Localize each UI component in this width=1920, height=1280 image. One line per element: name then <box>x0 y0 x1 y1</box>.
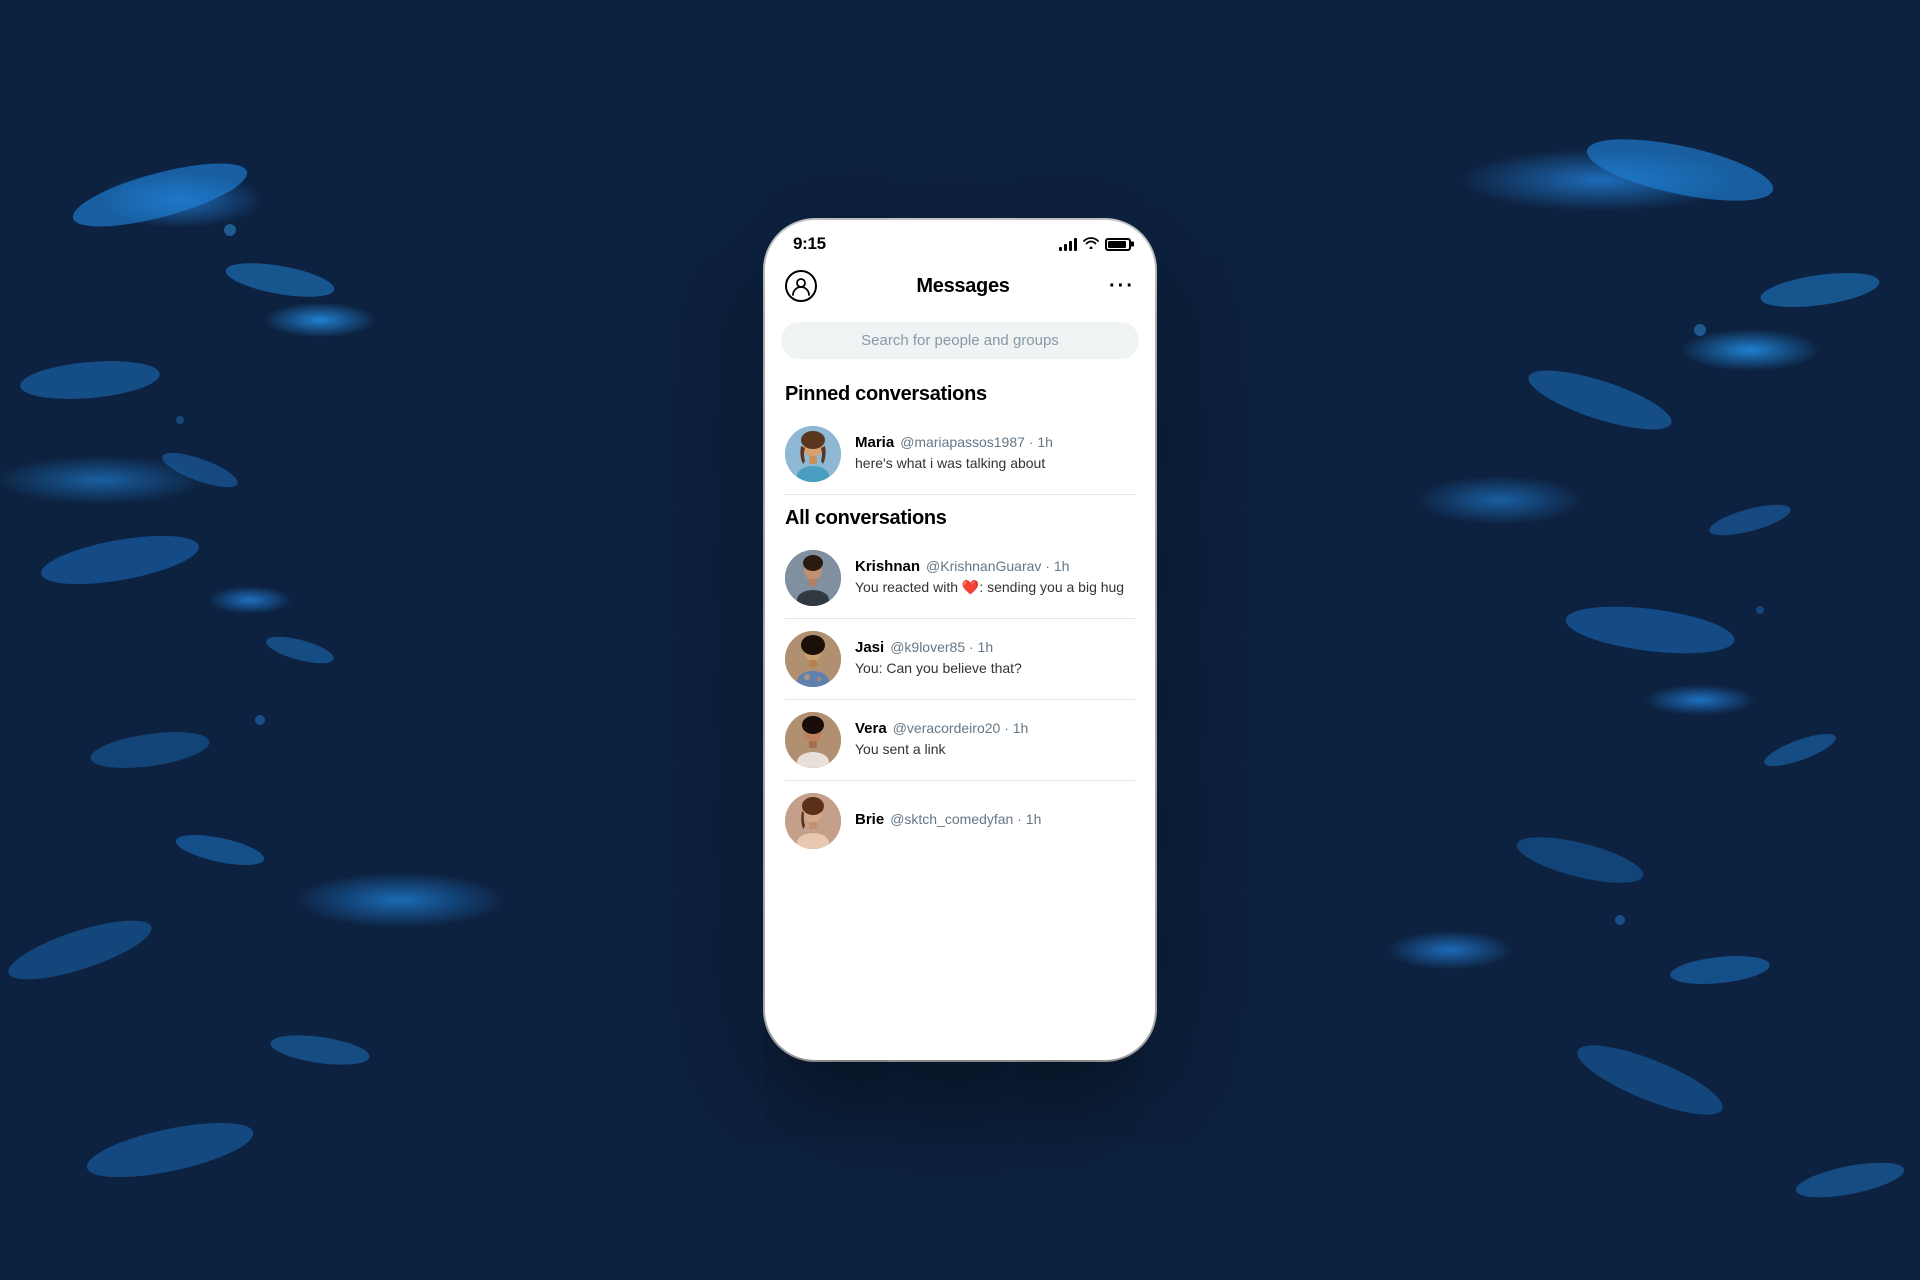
conversation-content-brie: Brie @sktch_comedyfan · 1h <box>855 811 1135 831</box>
conversation-item-brie[interactable]: Brie @sktch_comedyfan · 1h <box>765 781 1155 861</box>
app-header: Messages ··· <box>765 262 1155 314</box>
conv-preview-maria: here's what i was talking about <box>855 454 1135 474</box>
conversation-content-maria: Maria @mariapassos1987 · 1h here's what … <box>855 434 1135 474</box>
conv-name-jasi: Jasi <box>855 639 884 656</box>
conv-handle-krishnan: @KrishnanGuarav · 1h <box>926 558 1069 574</box>
status-bar: 9:15 <box>765 220 1155 262</box>
conversation-content-vera: Vera @veracordeiro20 · 1h You sent a lin… <box>855 720 1135 760</box>
avatar-maria <box>785 426 841 482</box>
search-placeholder: Search for people and groups <box>861 332 1059 349</box>
more-options-button[interactable]: ··· <box>1109 275 1135 298</box>
conv-name-maria: Maria <box>855 434 894 451</box>
phone-screen: 9:15 <box>765 220 1155 1060</box>
conversation-content-krishnan: Krishnan @KrishnanGuarav · 1h You reacte… <box>855 558 1135 598</box>
conv-preview-jasi: You: Can you believe that? <box>855 659 1135 679</box>
battery-icon <box>1105 238 1131 251</box>
conv-handle-brie: @sktch_comedyfan · 1h <box>890 811 1041 827</box>
conv-header-row-jasi: Jasi @k9lover85 · 1h <box>855 639 1135 656</box>
conversation-item-vera[interactable]: Vera @veracordeiro20 · 1h You sent a lin… <box>765 700 1155 780</box>
conversations-list: Pinned conversations <box>765 371 1155 1060</box>
avatar-brie <box>785 793 841 849</box>
conversation-item-jasi[interactable]: Jasi @k9lover85 · 1h You: Can you believ… <box>765 619 1155 699</box>
phone-mockup: 9:15 <box>765 220 1155 1060</box>
conv-header-row-brie: Brie @sktch_comedyfan · 1h <box>855 811 1135 828</box>
pinned-section-title: Pinned conversations <box>765 371 1155 414</box>
avatar-krishnan <box>785 550 841 606</box>
conversation-item-krishnan[interactable]: Krishnan @KrishnanGuarav · 1h You reacte… <box>765 538 1155 618</box>
search-bar[interactable]: Search for people and groups <box>781 322 1139 359</box>
conv-preview-krishnan: You reacted with ❤️: sending you a big h… <box>855 578 1135 598</box>
wifi-icon <box>1083 236 1099 252</box>
conv-name-vera: Vera <box>855 720 887 737</box>
page-title: Messages <box>916 275 1009 298</box>
search-container: Search for people and groups <box>765 314 1155 371</box>
conv-header-row-maria: Maria @mariapassos1987 · 1h <box>855 434 1135 451</box>
conv-header-row-vera: Vera @veracordeiro20 · 1h <box>855 720 1135 737</box>
all-section-title: All conversations <box>765 495 1155 538</box>
status-time: 9:15 <box>793 234 826 254</box>
avatar-jasi <box>785 631 841 687</box>
avatar-vera <box>785 712 841 768</box>
status-icons <box>1059 236 1131 252</box>
conv-name-brie: Brie <box>855 811 884 828</box>
profile-button[interactable] <box>785 270 817 302</box>
conversation-content-jasi: Jasi @k9lover85 · 1h You: Can you believ… <box>855 639 1135 679</box>
conv-handle-vera: @veracordeiro20 · 1h <box>893 720 1029 736</box>
conv-handle-jasi: @k9lover85 · 1h <box>890 639 993 655</box>
signal-icon <box>1059 237 1077 251</box>
conv-header-row-krishnan: Krishnan @KrishnanGuarav · 1h <box>855 558 1135 575</box>
conv-preview-vera: You sent a link <box>855 740 1135 760</box>
conv-handle-maria: @mariapassos1987 · 1h <box>900 434 1053 450</box>
conversation-item-maria[interactable]: Maria @mariapassos1987 · 1h here's what … <box>765 414 1155 494</box>
conv-name-krishnan: Krishnan <box>855 558 920 575</box>
